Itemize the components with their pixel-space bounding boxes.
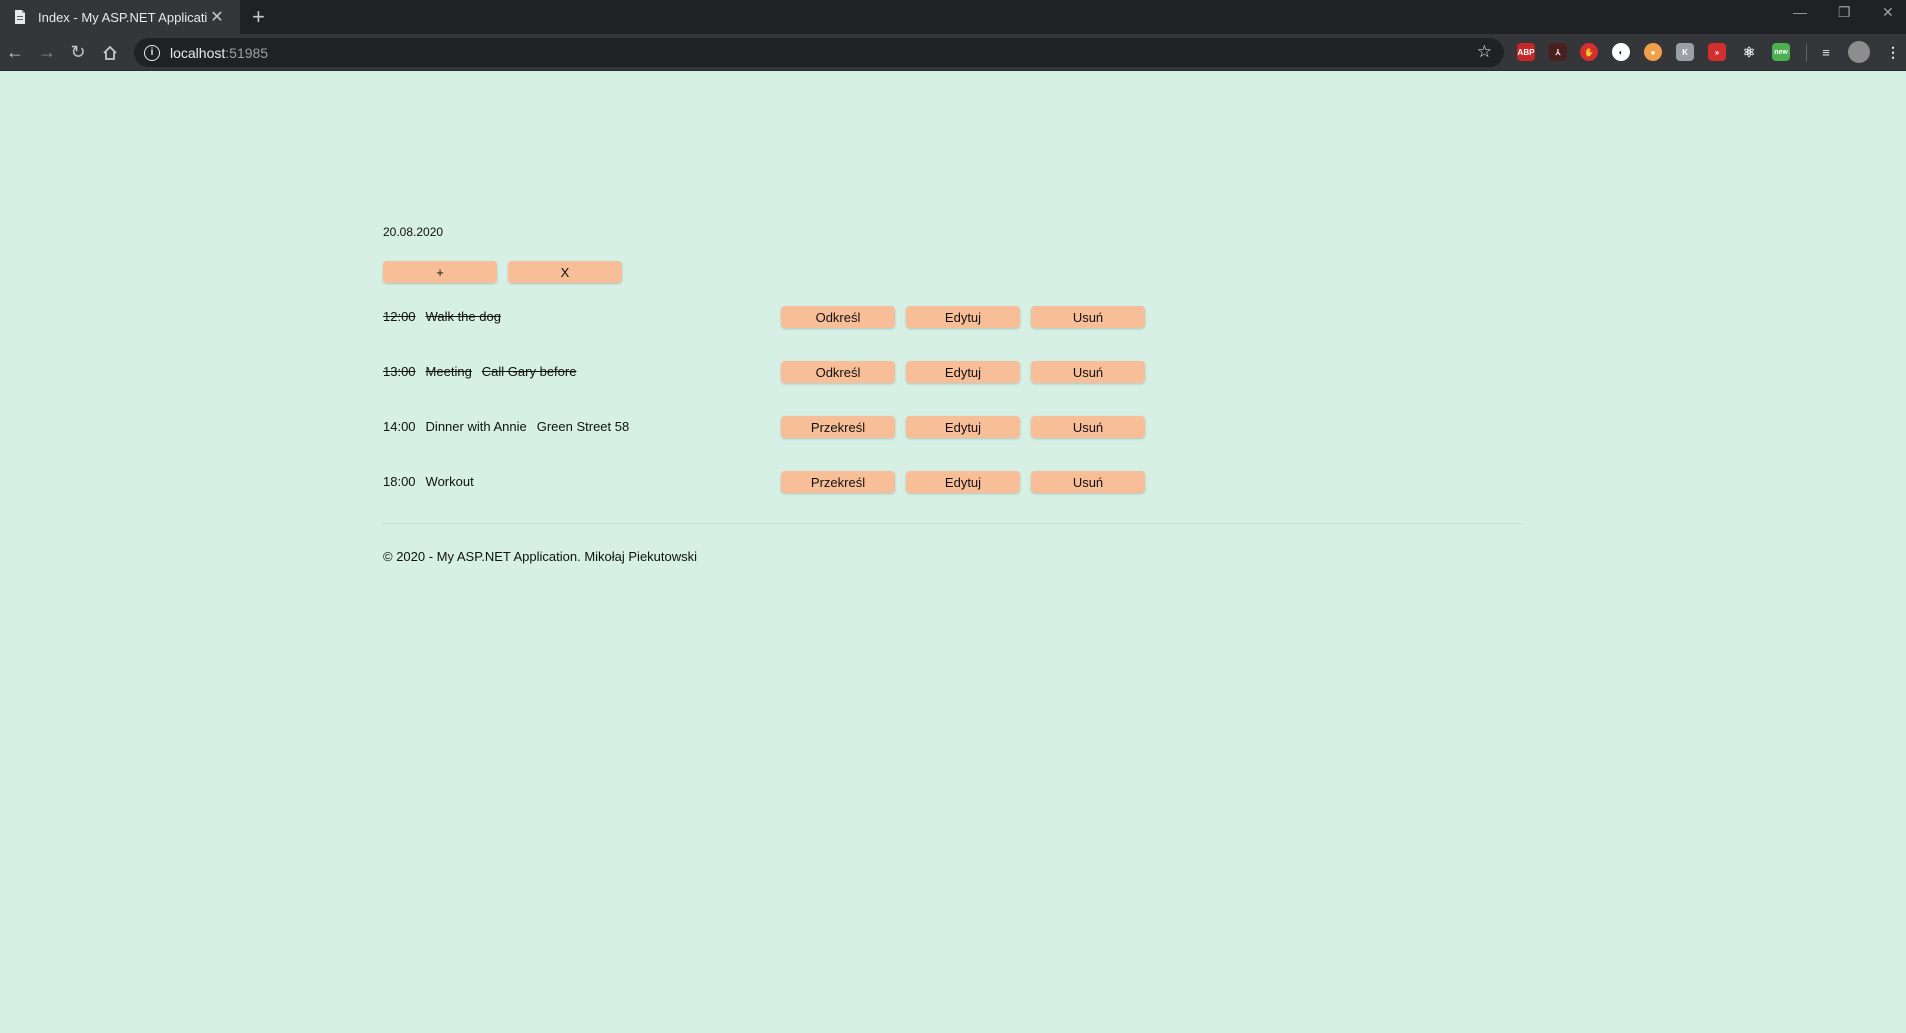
task-text: 12:00 Walk the dog xyxy=(383,309,521,324)
toggle-strike-button[interactable]: Odkreśl xyxy=(781,361,895,383)
delete-button[interactable]: Usuń xyxy=(1031,306,1145,328)
close-window-icon[interactable]: ✕ xyxy=(1882,4,1894,21)
add-task-button[interactable]: + xyxy=(383,261,497,283)
edit-button[interactable]: Edytuj xyxy=(906,471,1020,493)
task-text: 14:00 Dinner with Annie Green Street 58 xyxy=(383,419,639,434)
tab-strip: Index - My ASP.NET Application ✕ + — ❐ ✕ xyxy=(0,0,1906,34)
edit-button[interactable]: Edytuj xyxy=(906,306,1020,328)
media-control-icon[interactable]: ≡ xyxy=(1817,43,1835,61)
forward-icon[interactable]: → xyxy=(32,34,62,71)
back-icon[interactable]: ← xyxy=(0,34,30,71)
task-title: Dinner with Annie xyxy=(425,419,527,434)
toggle-strike-button[interactable]: Przekreśl xyxy=(781,416,895,438)
circle-extension-icon[interactable]: ◐ xyxy=(1612,43,1630,61)
task-title: Walk the dog xyxy=(425,309,501,324)
menu-kebab-icon[interactable]: ⋮ xyxy=(1884,43,1902,61)
orange-extension-icon[interactable]: ● xyxy=(1644,43,1662,61)
task-title: Meeting xyxy=(425,364,472,379)
task-time: 14:00 xyxy=(383,419,416,434)
react-extension-icon[interactable]: ⚛ xyxy=(1740,43,1758,61)
toolbar-divider xyxy=(1806,44,1807,62)
minimize-icon[interactable]: — xyxy=(1793,4,1807,20)
restore-icon[interactable]: ❐ xyxy=(1838,4,1851,21)
task-time: 12:00 xyxy=(383,309,416,324)
task-row: 14:00 Dinner with Annie Green Street 58 Prz… xyxy=(383,416,1523,438)
date-label: 20.08.2020 xyxy=(383,225,444,239)
delete-button[interactable]: Usuń xyxy=(1031,361,1145,383)
task-note: Green Street 58 xyxy=(536,419,630,434)
site-info-icon[interactable]: i xyxy=(144,44,160,61)
tab-title: Index - My ASP.NET Application xyxy=(38,9,208,25)
toggle-strike-button[interactable]: Odkreśl xyxy=(781,306,895,328)
url-port: :51985 xyxy=(225,44,269,61)
new-extension-icon[interactable]: new xyxy=(1772,43,1790,61)
pdf-extension-icon[interactable]: ⅄ xyxy=(1549,43,1567,61)
delete-button[interactable]: Usuń xyxy=(1031,416,1145,438)
task-text: 18:00 Workout xyxy=(383,474,494,489)
forward-extension-icon[interactable]: » xyxy=(1708,43,1726,61)
adblock-extension-icon[interactable]: ABP xyxy=(1517,43,1535,61)
reload-icon[interactable]: ↻ xyxy=(63,34,93,71)
footer-divider xyxy=(383,523,1523,524)
toggle-strike-button[interactable]: Przekreśl xyxy=(781,471,895,493)
home-icon[interactable] xyxy=(95,34,125,71)
delete-button[interactable]: Usuń xyxy=(1031,471,1145,493)
url-host: localhost xyxy=(170,44,226,61)
footer-text: © 2020 - My ASP.NET Application. Mikołaj… xyxy=(383,549,698,564)
task-note: Call Gary before xyxy=(481,364,577,379)
task-row: 18:00 Workout Przekreśl Edytuj Usuń xyxy=(383,471,1523,493)
edit-button[interactable]: Edytuj xyxy=(906,361,1020,383)
task-text: 13:00 Meeting Call Gary before xyxy=(383,364,586,379)
task-time: 13:00 xyxy=(383,364,416,379)
task-row: 12:00 Walk the dog Odkreśl Edytuj Usuń xyxy=(383,306,1523,328)
clear-button[interactable]: X xyxy=(508,261,622,283)
profile-avatar[interactable] xyxy=(1848,41,1870,63)
browser-tab[interactable]: Index - My ASP.NET Application ✕ xyxy=(0,0,240,34)
tab-close-icon[interactable]: ✕ xyxy=(208,7,226,27)
bookmark-star-icon[interactable]: ☆ xyxy=(1477,42,1492,62)
stop-extension-icon[interactable]: ✋ xyxy=(1580,43,1598,61)
task-row: 13:00 Meeting Call Gary before Odkreśl Edytu… xyxy=(383,361,1523,383)
edit-button[interactable]: Edytuj xyxy=(906,416,1020,438)
task-time: 18:00 xyxy=(383,474,416,489)
new-tab-icon[interactable]: + xyxy=(252,5,265,29)
k-extension-icon[interactable]: K xyxy=(1676,43,1694,61)
task-title: Workout xyxy=(425,474,474,489)
page-icon xyxy=(12,9,28,25)
address-bar[interactable]: i localhost :51985 ☆ xyxy=(134,38,1504,67)
